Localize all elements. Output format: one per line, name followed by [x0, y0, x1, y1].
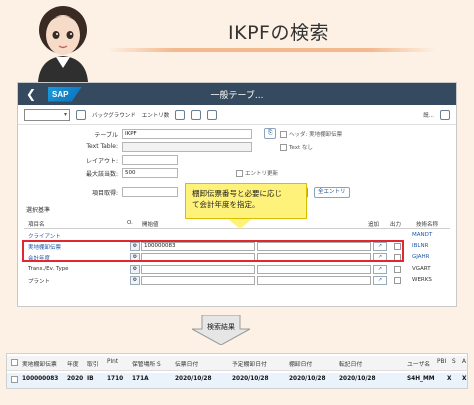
row-field[interactable]: Trans./Ev. Type [28, 266, 69, 272]
col-from-header: 開始値 [142, 222, 159, 228]
field-fetch-input[interactable] [122, 187, 178, 197]
result-cell: 1710 [107, 376, 124, 382]
sap-window: ❮ SAP 一般テーブ... ▾ バックグラウンド エントリ数 既... テーブ… [17, 82, 457, 307]
multiple-selection-icon[interactable]: ↗ [373, 265, 387, 274]
row-to-input[interactable] [257, 276, 371, 285]
header-checkbox[interactable]: ヘッダ: 実地棚卸伝票 [280, 130, 342, 138]
result-label: 検索結果 [207, 323, 235, 331]
callout-line-1: 棚卸伝票番号と必要に応じ [192, 189, 282, 198]
result-col: 保管場所 S [132, 362, 161, 368]
result-cell: S4H_MM [407, 376, 435, 382]
table-label: テーブル [94, 132, 118, 139]
text-table-input [122, 142, 252, 152]
max-hits-label: 最大該当数: [85, 171, 118, 178]
callout-tail [228, 219, 252, 229]
option-icon[interactable]: ⚙ [130, 265, 140, 274]
result-cell: X [462, 376, 467, 382]
selection-heading: 選択基準 [26, 207, 51, 214]
row-tech: GJAHR [412, 254, 430, 260]
tool-icon-2[interactable] [191, 109, 202, 120]
row-tech: IBLNR [412, 243, 429, 249]
result-col: PBI [437, 359, 447, 365]
window-title: 一般テーブ... [210, 91, 264, 101]
result-row[interactable]: 100000083 2020 IB 1710 171A 2020/10/28 2… [7, 373, 467, 388]
presenter-avatar [38, 6, 88, 82]
result-cell: 2020/10/28 [232, 376, 269, 382]
option-icon[interactable]: ⚙ [130, 276, 140, 285]
chevron-down-icon: ▾ [63, 110, 67, 118]
row-checkbox[interactable] [11, 376, 18, 383]
multiple-selection-icon[interactable]: ↗ [373, 276, 387, 285]
result-cell: 2020 [67, 376, 84, 382]
row-to-input[interactable] [257, 265, 371, 274]
toolbar-select[interactable]: ▾ [24, 108, 70, 121]
title-underline [106, 48, 436, 52]
result-col: 年度 [67, 362, 79, 368]
result-col: 棚卸日付 [289, 362, 313, 368]
col-field-header: 項目名 [28, 222, 45, 228]
grid-row: プラント ⚙ ↗ WERKS [24, 276, 450, 286]
max-hits-input[interactable]: 500 [122, 168, 178, 178]
col-out-header: 出力 [390, 222, 402, 228]
layout-input[interactable] [122, 155, 178, 165]
text-none-checkbox[interactable]: Text なし [280, 143, 313, 151]
result-cell: IB [87, 376, 94, 382]
table-input[interactable]: IKPF [122, 129, 252, 139]
page-title: IKPFの検索 [228, 22, 329, 44]
search-help-icon[interactable]: ⎘ [264, 128, 277, 139]
result-cell: 2020/10/28 [339, 376, 376, 382]
output-checkbox[interactable] [394, 277, 401, 284]
text-table-label: Text Table: [86, 143, 118, 150]
result-cell: 2020/10/28 [289, 376, 326, 382]
result-cell: 100000083 [22, 376, 59, 382]
result-header-row: 実地棚卸伝票 年度 取引 Plnt 保管場所 S 伝票日付 予定棚卸日付 棚卸日… [7, 356, 467, 371]
sap-header: ❮ SAP 一般テーブ... [18, 83, 456, 105]
result-col: 予定棚卸日付 [232, 362, 267, 368]
result-col: Plnt [107, 359, 119, 365]
row-tech: WERKS [412, 277, 432, 283]
background-button[interactable]: バックグラウンド [92, 111, 136, 119]
tool-icon-1[interactable] [175, 109, 186, 120]
result-col: ユーザ名 [407, 362, 431, 368]
checkbox-box [280, 143, 287, 151]
result-col: 伝票日付 [175, 362, 199, 368]
form-area: テーブル IKPF ⎘ ヘッダ: 実地棚卸伝票 Text Table: Text… [18, 125, 456, 305]
result-cell: X [447, 376, 452, 382]
highlight-box [22, 240, 404, 262]
result-col: A [462, 359, 466, 365]
row-tech: MANDT [412, 232, 433, 238]
row-tech: VGART [412, 266, 431, 272]
toolbar: ▾ バックグラウンド エントリ数 既... [18, 105, 456, 125]
grid-row: Trans./Ev. Type ⚙ ↗ VGART [24, 265, 450, 275]
field-fetch-label: 項目取得: [91, 190, 118, 197]
checkbox-box [280, 130, 287, 138]
row-field[interactable]: プラント [28, 277, 50, 285]
col-add-header: 追加 [368, 222, 380, 228]
row-from-input[interactable] [141, 276, 255, 285]
tool-icon-3[interactable] [207, 109, 218, 120]
col-tech-header: 技術名称 [416, 222, 439, 228]
result-col: 実地棚卸伝票 [22, 362, 57, 368]
entry-count-button[interactable]: エントリ数 [142, 111, 170, 119]
callout-line-2: て会計年度を指定。 [192, 200, 260, 209]
result-col: 転記日付 [339, 362, 363, 368]
row-field[interactable]: クライアント [28, 232, 61, 240]
result-cell: 2020/10/28 [175, 376, 212, 382]
settings-icon[interactable] [440, 109, 450, 120]
entry-update-checkbox[interactable]: エントリ更新 [236, 169, 278, 177]
result-cell: 171A [132, 376, 149, 382]
row-from-input[interactable] [141, 265, 255, 274]
callout-note: 棚卸伝票番号と必要に応じ て会計年度を指定。 [185, 183, 307, 219]
result-table: 実地棚卸伝票 年度 取引 Plnt 保管場所 S 伝票日付 予定棚卸日付 棚卸日… [6, 353, 468, 389]
col-opt-header: O. [127, 220, 133, 226]
output-checkbox[interactable] [394, 266, 401, 273]
result-col: S [452, 359, 456, 365]
all-entries-button[interactable]: 全エントリ [314, 187, 350, 198]
result-col: 取引 [87, 362, 99, 368]
layout-label: レイアウト: [85, 158, 118, 165]
execute-icon[interactable] [76, 109, 86, 120]
select-all-checkbox[interactable] [11, 359, 18, 366]
more-button[interactable]: 既... [423, 111, 434, 119]
checkbox-box [236, 169, 243, 177]
